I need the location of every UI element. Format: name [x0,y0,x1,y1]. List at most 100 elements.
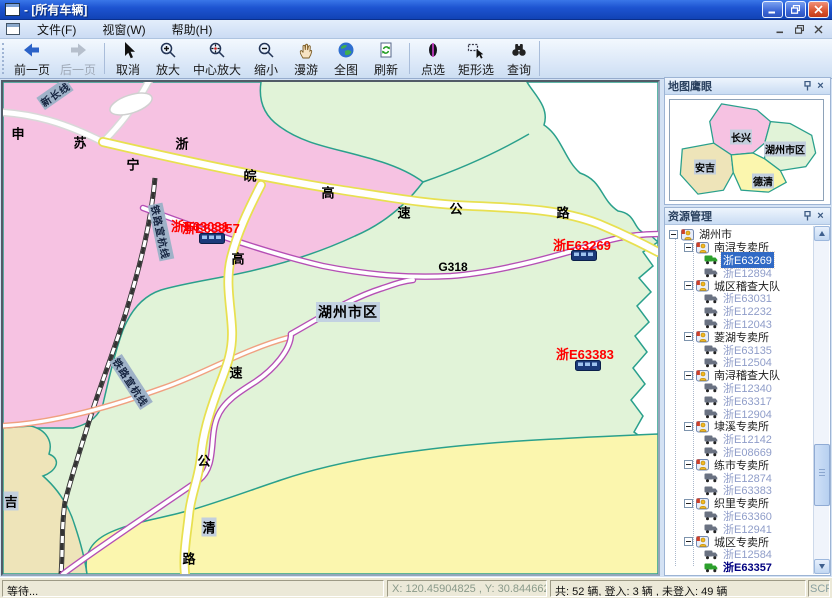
org-icon [696,420,709,433]
globe-icon [336,41,356,64]
status-coordinates: X: 120.45904825 , Y: 30.84466204 [387,580,547,597]
toolbar: 前一页后一页取消 放大中心放大缩小漫游全图 刷新 点选矩形选查询 [0,39,832,79]
vehicle-bus-icon[interactable] [199,231,225,249]
map-label-湖州市区: 湖州市区 [316,302,380,322]
map-label-皖: 皖 [243,166,256,185]
toolbar-button-取消[interactable]: 取消 [108,39,148,78]
tree-expander-icon[interactable] [684,332,693,341]
toolbar-button-矩形选[interactable]: 矩形选 [453,39,499,78]
overview-region-label-湖州市区: 湖州市区 [764,142,806,157]
scroll-up-arrow-icon[interactable] [814,226,830,241]
tree-expander-icon[interactable] [684,243,693,252]
tree-expander-icon[interactable] [684,422,693,431]
toolbar-button-刷新[interactable]: 刷新 [366,39,406,78]
toolbar-button-中心放大[interactable]: 中心放大 [188,39,246,78]
map-canvas[interactable]: 申苏宁浙皖吉清湖州市区高速公路高速公路G318铁路宣杭线铁路宣杭线新长线浙E63… [1,80,660,576]
menu-item-1[interactable]: 视窗(W) [93,19,154,40]
truck-icon [704,562,718,573]
truck-icon [704,549,718,560]
status-message: 等待... [2,580,384,597]
toolbar-button-查询[interactable]: 查询 [499,39,539,78]
org-icon [696,279,709,292]
mdi-minimize-button[interactable] [773,23,788,36]
vehicle-bus-icon[interactable] [571,248,597,266]
org-icon [696,241,709,254]
scroll-down-arrow-icon[interactable] [814,559,830,574]
truck-icon [704,344,718,355]
pin-icon[interactable] [801,210,814,223]
toolbar-button-点选[interactable]: 点选 [413,39,453,78]
scrollbar-thumb[interactable] [814,444,830,506]
tree-expander-icon[interactable] [684,371,693,380]
toolbar-button-label: 放大 [156,64,180,77]
close-button[interactable] [808,1,829,18]
truck-icon [704,293,718,304]
resources-panel-title: 资源管理 [668,208,801,224]
map-label-速: 速 [229,363,242,382]
map-label-路: 路 [556,203,569,222]
tree-expander-icon[interactable] [684,499,693,508]
binoculars-icon [509,41,529,64]
toolbar-button-label: 刷新 [374,64,398,77]
zoom-in-icon [158,41,178,64]
mdi-close-button[interactable] [811,23,826,36]
toolbar-separator [409,43,410,74]
toolbar-button-label: 取消 [116,64,140,77]
truck-icon [704,254,718,265]
overview-region-label-德清: 德清 [752,174,774,189]
map-label-宁: 宁 [126,155,139,174]
cursor-icon [118,41,138,64]
arrow-right-icon [68,41,88,64]
close-icon[interactable]: × [814,80,827,93]
toolbar-button-后一页: 后一页 [55,39,101,78]
overview-panel-header: 地图鹰眼 × [665,78,830,95]
menu-bar: 文件(F) 视窗(W) 帮助(H) [0,20,832,39]
map-label-G318: G318 [438,260,467,274]
map-label-新长线: 新长线 [36,80,73,110]
map-label-高: 高 [321,183,334,202]
tree-expander-icon[interactable] [684,537,693,546]
truck-icon [704,395,718,406]
truck-icon [704,510,718,521]
toolbar-button-漫游[interactable]: 漫游 [286,39,326,78]
tree-expander-icon[interactable] [684,281,693,290]
map-label-路: 路 [182,549,195,568]
zoom-center-icon [207,41,227,64]
toolbar-button-放大[interactable]: 放大 [148,39,188,78]
toolbar-button-缩小[interactable]: 缩小 [246,39,286,78]
resources-panel: 资源管理 × 湖州市南浔专卖所浙E63269浙E12894城区稽查大队浙E630… [664,207,831,576]
vehicle-bus-icon[interactable] [575,358,601,376]
toolbar-button-label: 中心放大 [193,64,241,77]
toolbar-button-label: 全图 [334,64,358,77]
close-icon[interactable]: × [814,210,827,223]
tree-item-label[interactable]: 浙E09387 [721,572,774,574]
toolbar-button-label: 查询 [507,64,531,77]
minimize-button[interactable] [762,1,783,18]
toolbar-button-前一页[interactable]: 前一页 [9,39,55,78]
map-label-申: 申 [11,124,24,143]
overview-region-label-安吉: 安吉 [694,160,716,175]
truck-icon [704,434,718,445]
pin-icon[interactable] [801,80,814,93]
overview-panel: 地图鹰眼 × 长兴湖州市区安吉德清 [664,77,831,205]
org-icon [696,458,709,471]
tree-expander-icon[interactable] [684,460,693,469]
status-vehicle-counts: 共: 52 辆, 登入: 3 辆 , 未登入: 49 辆 [550,580,806,597]
mdi-restore-button[interactable] [792,23,807,36]
truck-icon [704,306,718,317]
map-label-公: 公 [449,199,462,218]
map-label-速: 速 [397,203,410,222]
map-label-苏: 苏 [73,133,86,152]
toolbar-button-全图[interactable]: 全图 [326,39,366,78]
map-label-清: 清 [201,518,216,537]
resource-tree: 湖州市南浔专卖所浙E63269浙E12894城区稽查大队浙E63031浙E122… [666,226,829,574]
map-label-铁路宣杭线: 铁路宣杭线 [109,354,153,410]
app-icon [5,3,20,16]
tree-expander-icon[interactable] [669,230,678,239]
menu-item-2[interactable]: 帮助(H) [163,19,222,40]
menu-item-0[interactable]: 文件(F) [28,19,85,40]
restore-button[interactable] [785,1,806,18]
overview-panel-title: 地图鹰眼 [668,78,801,94]
tree-scrollbar[interactable] [813,226,829,574]
toolbar-button-label: 矩形选 [458,64,494,77]
